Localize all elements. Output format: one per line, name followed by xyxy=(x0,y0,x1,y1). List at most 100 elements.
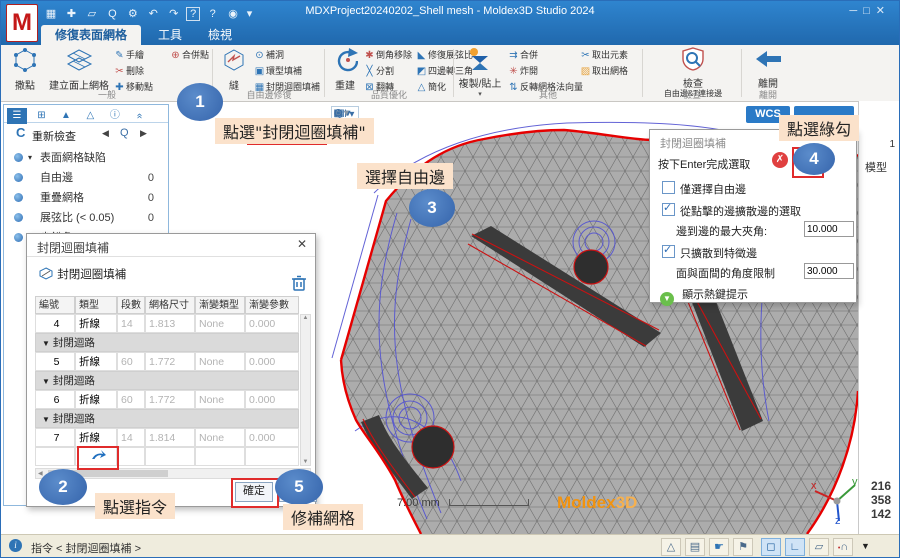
split-button[interactable]: ╳分割 xyxy=(363,64,394,79)
prev-defect-icon[interactable]: ◀ xyxy=(102,128,109,139)
tab-repair-surface-mesh[interactable]: 修復表面網格 xyxy=(41,25,141,45)
minimize-button[interactable]: ─ xyxy=(849,5,863,17)
loop-group-row[interactable]: ▼ 封閉迴路 xyxy=(35,371,299,390)
tree-item-overlap-mesh[interactable]: 重疊網格0 xyxy=(4,189,168,207)
check-free-edge-icon xyxy=(681,47,705,71)
loop-table: 編號 類型 段數 網格尺寸 漸變類型 漸變參數 4 折線 14 1.813 No… xyxy=(35,296,311,466)
delete-button[interactable]: ✂刪除 xyxy=(113,64,144,79)
split-icon: ╳ xyxy=(363,64,376,79)
tab-mesh-icon[interactable]: ▲ xyxy=(56,108,76,124)
hint-expand-icon: ▼ xyxy=(660,292,674,306)
recheck-button[interactable]: 重新檢查 xyxy=(32,128,76,144)
merge-points-button[interactable]: ⊕合併點 xyxy=(169,48,209,63)
zoom-defect-icon[interactable]: Q xyxy=(120,127,129,139)
scatter-points-button[interactable]: 撒點 xyxy=(5,47,45,92)
ortho-toggle[interactable]: ∟ xyxy=(785,538,805,556)
max-edge-angle-input[interactable] xyxy=(804,221,854,237)
merge-button[interactable]: ⇉合併 xyxy=(507,48,538,63)
option-feature-edge-only[interactable]: 只擴散到特徵邊 xyxy=(662,244,757,261)
checkbox-icon[interactable] xyxy=(662,203,675,216)
snap-toggle[interactable]: •∩ xyxy=(833,538,853,556)
option-expand-from-clicked[interactable]: 從點擊的邊擴散邊的選取 xyxy=(662,202,801,219)
col-header-meshsize: 網格尺寸 xyxy=(145,296,195,314)
stitch-button[interactable]: 縫 xyxy=(217,47,251,92)
statusbar-dropdown-icon[interactable]: ▼ xyxy=(861,541,870,551)
option-free-edge-only[interactable]: 僅選擇自由邊 xyxy=(662,180,746,197)
explode-icon: ✳ xyxy=(507,64,520,79)
face-angle-limit-input[interactable] xyxy=(804,263,854,279)
annotation-label-2: 點選指令 xyxy=(95,493,175,519)
vertical-scrollbar[interactable]: ▲ ▼ xyxy=(300,314,311,466)
expand-caret-icon[interactable]: ▾ xyxy=(28,149,32,167)
mesh-tool-icon[interactable]: △ xyxy=(661,538,681,556)
col-header-segments: 段數 xyxy=(117,296,145,314)
report-icon[interactable]: ▤ xyxy=(685,538,705,556)
loop-group-row[interactable]: ▼ 封閉迴路 xyxy=(35,409,299,428)
maximize-button[interactable]: □ xyxy=(863,5,876,17)
loop-group-row[interactable]: ▼ 封閉迴路 xyxy=(35,333,299,352)
annotation-circle-5: 5 xyxy=(275,469,323,505)
extract-mesh-button[interactable]: ▨取出網格 xyxy=(579,64,628,79)
next-defect-icon[interactable]: ▶ xyxy=(140,128,147,139)
window-title: MDXProject20240202_Shell mesh - Moldex3D… xyxy=(1,5,899,17)
checkbox-icon[interactable] xyxy=(662,245,675,258)
scale-bar: 7.00 mm xyxy=(397,497,529,509)
ring-fill-button[interactable]: ▣環型填補 xyxy=(253,64,302,79)
closed-loop-fill-dialog: 封閉迴圈填補 ✕ 封閉迴圈填補 編號 類型 段數 網格尺寸 漸變類型 漸變參數 … xyxy=(26,233,316,507)
tab-tools[interactable]: 工具 xyxy=(147,25,193,45)
tree-item-free-edges[interactable]: 自由邊0 xyxy=(4,169,168,187)
tab-model-icon[interactable]: △ xyxy=(80,108,100,124)
scatter-points-icon xyxy=(12,47,38,73)
group-label-quality: 品質優化 xyxy=(327,88,451,101)
annotation-circle-3: 3 xyxy=(409,189,455,227)
extract-mesh-icon: ▨ xyxy=(579,64,592,79)
pick-hand-icon[interactable]: ☛ xyxy=(709,538,729,556)
fill-hole-button[interactable]: ⊙補洞 xyxy=(253,48,284,63)
ribbon: 撒點 建立面上網格 ✎手繪 ✂刪除 ✚移動點 ⊕合併點 一般 縫 ⊙補洞 ▣環型… xyxy=(1,45,899,102)
max-edge-angle-row: 邊到邊的最大夾角: xyxy=(676,223,767,239)
model-label[interactable]: 模型 xyxy=(865,159,887,175)
tree-root-row[interactable]: ▾ 表面網格缺陷 xyxy=(4,149,168,167)
flag-note-icon[interactable]: ⚑ xyxy=(733,538,753,556)
checkbox-icon[interactable] xyxy=(662,181,675,194)
recheck-toolbar: C 重新檢查 ◀ Q ▶ xyxy=(4,125,168,145)
quad-to-tri-icon: ◩ xyxy=(415,64,428,79)
collapse-panel-icon[interactable]: « xyxy=(131,106,147,126)
annotation-circle-2: 2 xyxy=(39,469,87,505)
refresh-icon[interactable]: C xyxy=(16,125,25,140)
status-bar: i 指令 < 封閉迴圈填補 > △ ▤ ☛ ⚑ ◻ ∟ ▱ •∩ ▼ xyxy=(1,534,899,558)
add-loop-highlight xyxy=(77,446,119,470)
cancel-selection-icon[interactable]: ✗ xyxy=(772,152,788,168)
close-button[interactable]: ✕ xyxy=(876,5,891,17)
chamfer-remove-icon: ✱ xyxy=(363,48,376,63)
exit-arrow-icon xyxy=(753,47,783,71)
hotkey-hint-row[interactable]: ▼ 顯示熱鍵提示 xyxy=(660,286,748,306)
annotation-circle-1: 1 xyxy=(177,83,223,121)
dialog-close-icon[interactable]: ✕ xyxy=(297,237,307,251)
rebuild-button[interactable]: 重建 xyxy=(328,47,362,92)
create-mesh-on-face-button[interactable]: 建立面上網格 xyxy=(47,47,111,92)
tab-list-icon[interactable]: ☰ xyxy=(7,108,27,124)
annotation-circle-4: 4 xyxy=(793,143,835,175)
coordinate-readout: 216358142 xyxy=(857,479,891,521)
plane-toggle[interactable]: ▱ xyxy=(809,538,829,556)
box-select-toggle[interactable]: ◻ xyxy=(761,538,781,556)
hand-draw-button[interactable]: ✎手繪 xyxy=(113,48,144,63)
group-label-other: 其他 xyxy=(456,88,640,101)
explode-button[interactable]: ✳炸開 xyxy=(507,64,538,79)
tab-view[interactable]: 檢視 xyxy=(197,25,243,45)
extract-element-button[interactable]: ✂取出元素 xyxy=(579,48,628,63)
axis-z-label: z xyxy=(835,515,841,525)
tab-info-icon[interactable]: ⓘ xyxy=(105,108,125,124)
tree-item-aspect-ratio[interactable]: 展弦比 (< 0.05)0 xyxy=(4,209,168,227)
window-controls: ─□✕ xyxy=(849,4,891,17)
tab-tree-icon[interactable]: ⊞ xyxy=(31,108,51,124)
fix-aspect-ratio-icon: ◣ xyxy=(415,48,428,63)
chamfer-remove-button[interactable]: ✱倒角移除 xyxy=(363,48,412,63)
annotation-label-5: 修補網格 xyxy=(283,504,363,530)
axis-triad: x y z xyxy=(809,477,859,525)
exit-button[interactable]: 離開 xyxy=(747,47,789,90)
merge-icon: ⇉ xyxy=(507,48,520,63)
delete-icon: ✂ xyxy=(113,64,126,79)
delete-all-trash-icon[interactable] xyxy=(291,274,307,292)
